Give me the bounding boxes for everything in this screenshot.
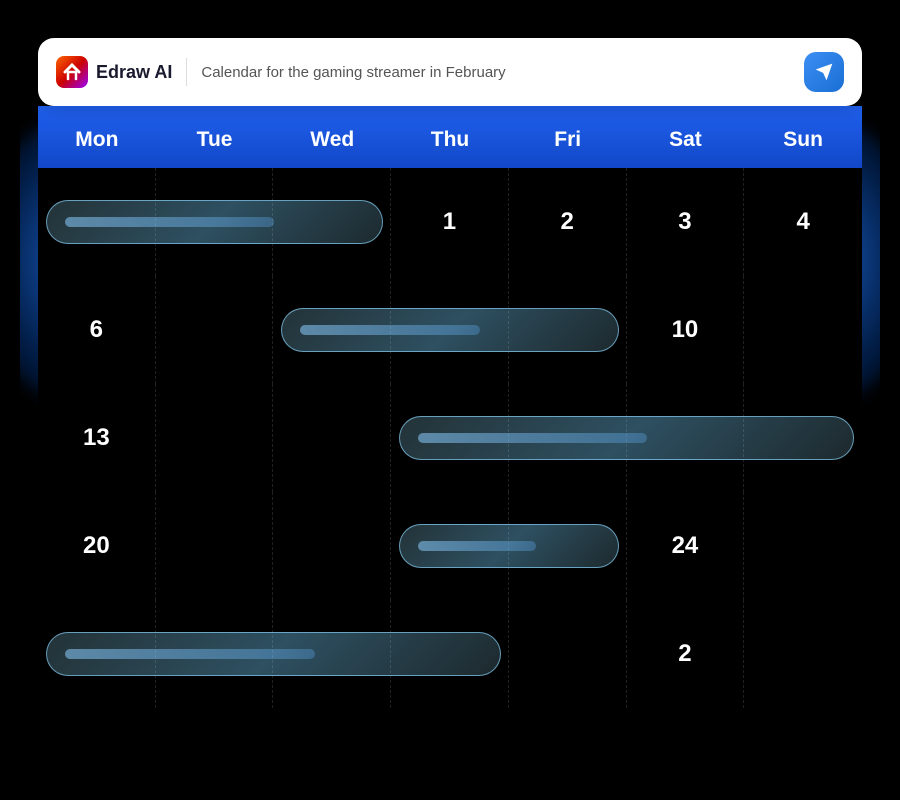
- cell-w2-wed: [273, 276, 391, 384]
- cell-w5-mon: [38, 600, 156, 708]
- logo-text: Edraw AI: [96, 62, 172, 83]
- calendar-body: 1 2 3 4 6 10: [38, 168, 862, 708]
- day-header-sat: Sat: [627, 128, 745, 152]
- date-6: 6: [90, 316, 103, 344]
- header-bar: Edraw AI Calendar for the gaming streame…: [38, 38, 862, 106]
- cell-w3-sun: [744, 384, 862, 492]
- cell-w5-wed: [273, 600, 391, 708]
- date-20: 20: [83, 532, 110, 560]
- cell-w5-sat: 2: [627, 600, 745, 708]
- cell-w5-thu: [391, 600, 509, 708]
- cell-w1-mon: [38, 168, 156, 276]
- date-2b: 2: [678, 640, 691, 668]
- day-header-mon: Mon: [38, 128, 156, 152]
- cell-w3-fri: [509, 384, 627, 492]
- day-header-fri: Fri: [509, 128, 627, 152]
- cell-w4-sat: 24: [627, 492, 745, 600]
- date-10: 10: [672, 316, 699, 344]
- cell-w4-fri: [509, 492, 627, 600]
- calendar-container: Mon Tue Wed Thu Fri Sat Sun 1 2: [38, 106, 862, 708]
- cell-w2-mon: 6: [38, 276, 156, 384]
- cell-w1-sat: 3: [627, 168, 745, 276]
- main-container: Edraw AI Calendar for the gaming streame…: [20, 20, 880, 780]
- cell-w5-tue: [156, 600, 274, 708]
- day-header-wed: Wed: [273, 128, 391, 152]
- cell-w2-sun: [744, 276, 862, 384]
- header-title: Calendar for the gaming streamer in Febr…: [201, 64, 790, 81]
- cell-w3-wed: [273, 384, 391, 492]
- date-24: 24: [672, 532, 699, 560]
- cell-w3-thu: [391, 384, 509, 492]
- day-header-sun: Sun: [744, 128, 862, 152]
- cell-w4-tue: [156, 492, 274, 600]
- cell-w2-tue: [156, 276, 274, 384]
- cell-w4-wed: [273, 492, 391, 600]
- cell-w3-mon: 13: [38, 384, 156, 492]
- day-header-thu: Thu: [391, 128, 509, 152]
- logo-area: Edraw AI: [56, 56, 172, 88]
- cell-w2-sat: 10: [627, 276, 745, 384]
- cell-w3-sat: [627, 384, 745, 492]
- calendar-grid: 1 2 3 4 6 10: [38, 168, 862, 708]
- day-header-tue: Tue: [156, 128, 274, 152]
- cell-w4-sun: [744, 492, 862, 600]
- cell-w5-fri: [509, 600, 627, 708]
- logo-icon: [56, 56, 88, 88]
- day-headers-row: Mon Tue Wed Thu Fri Sat Sun: [38, 106, 862, 168]
- date-2: 2: [561, 208, 574, 236]
- cell-w1-sun: 4: [744, 168, 862, 276]
- cell-w1-thu: 1: [391, 168, 509, 276]
- cell-w1-fri: 2: [509, 168, 627, 276]
- cell-w2-thu: [391, 276, 509, 384]
- cell-w1-tue: [156, 168, 274, 276]
- date-4: 4: [796, 208, 809, 236]
- cell-w5-sun: [744, 600, 862, 708]
- cell-w4-mon: 20: [38, 492, 156, 600]
- cell-w2-fri: [509, 276, 627, 384]
- cell-w3-tue: [156, 384, 274, 492]
- cell-w1-wed: [273, 168, 391, 276]
- date-1: 1: [443, 208, 456, 236]
- cell-w4-thu: [391, 492, 509, 600]
- date-13: 13: [83, 424, 110, 452]
- date-3: 3: [678, 208, 691, 236]
- header-divider: [186, 58, 187, 86]
- send-button[interactable]: [804, 52, 844, 92]
